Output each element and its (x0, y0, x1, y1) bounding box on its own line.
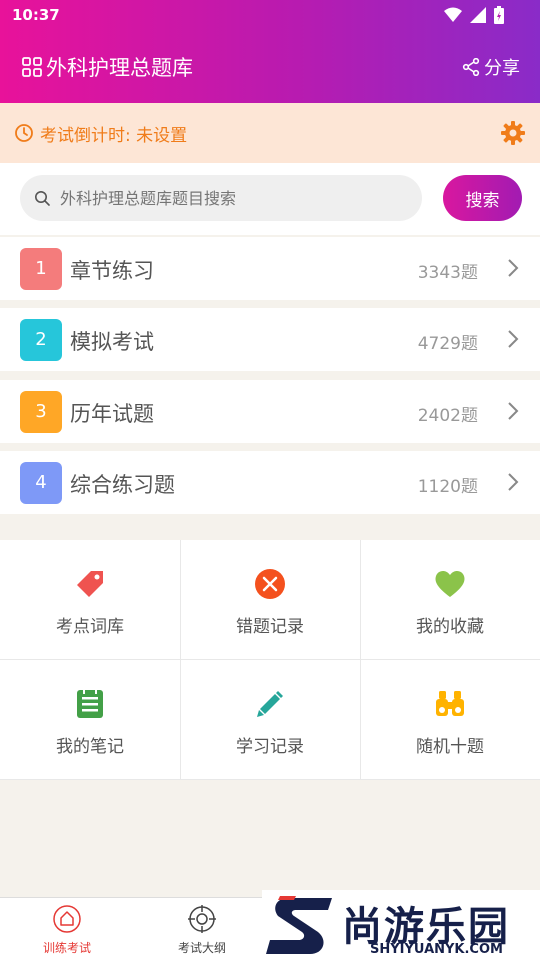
nav-exam-outline[interactable]: 考试大纲 (152, 904, 252, 956)
tools-grid: 考点词库 错题记录 我的收藏 我的笔记 学习记录 随机十题 (0, 540, 540, 780)
wifi-icon (444, 7, 462, 22)
category-number-badge: 2 (20, 319, 62, 361)
search-button[interactable]: 搜索 (443, 175, 522, 221)
status-bar: 10:37 (0, 0, 540, 30)
search-box[interactable] (20, 175, 422, 221)
clock-icon (15, 124, 33, 142)
app-bar: 外科护理总题库 分享 (0, 30, 540, 103)
nav-training-exam[interactable]: 训练考试 (17, 904, 117, 956)
nav-label: 训练考试 (42, 941, 91, 955)
chevron-right-icon (508, 259, 519, 277)
tool-label: 我的笔记 (56, 737, 124, 757)
gear-icon[interactable] (500, 120, 526, 146)
category-name: 历年试题 (70, 402, 154, 426)
category-item-mock-exam[interactable]: 2 模拟考试 4729题 (0, 308, 540, 371)
category-count: 3343题 (417, 263, 478, 283)
pencil-icon (257, 691, 283, 717)
target-icon (188, 905, 216, 933)
exam-countdown-bar[interactable]: 考试倒计时: 未设置 (0, 103, 540, 163)
search-input[interactable] (58, 187, 382, 209)
chevron-right-icon (508, 402, 519, 420)
category-count: 2402题 (417, 406, 478, 426)
tool-label: 考点词库 (56, 617, 124, 637)
app-title-text: 外科护理总题库 (46, 56, 193, 80)
status-icons (444, 6, 504, 24)
tool-random-ten[interactable]: 随机十题 (360, 660, 540, 780)
category-number-badge: 4 (20, 462, 62, 504)
tool-favorites[interactable]: 我的收藏 (360, 540, 540, 660)
chevron-right-icon (508, 330, 519, 348)
tool-study-record[interactable]: 学习记录 (180, 660, 361, 780)
category-number-badge: 1 (20, 248, 62, 290)
category-count: 1120题 (417, 477, 478, 497)
tool-my-notes[interactable]: 我的笔记 (0, 660, 181, 780)
share-icon (462, 58, 480, 76)
tool-label: 错题记录 (236, 617, 304, 637)
category-number-badge: 3 (20, 391, 62, 433)
watermark-s-logo-icon (266, 896, 332, 954)
binoculars-icon (436, 691, 464, 716)
watermark-logo: 尚游乐园 SHYIYUANYK.COM (262, 890, 540, 960)
home-icon (53, 905, 81, 933)
heart-icon (435, 570, 465, 597)
status-time: 10:37 (12, 6, 60, 24)
category-item-past-exams[interactable]: 3 历年试题 2402题 (0, 380, 540, 443)
tool-label: 我的收藏 (416, 617, 484, 637)
countdown-text: 考试倒计时: 未设置 (40, 126, 188, 146)
share-button[interactable]: 分享 (462, 54, 520, 80)
watermark-subtitle: SHYIYUANYK.COM (370, 942, 503, 957)
tool-keyword-library[interactable]: 考点词库 (0, 540, 181, 660)
category-name: 章节练习 (70, 259, 154, 283)
tag-icon (77, 571, 103, 597)
category-item-comprehensive[interactable]: 4 综合练习题 1120题 (0, 451, 540, 514)
category-item-chapter-practice[interactable]: 1 章节练习 3343题 (0, 237, 540, 300)
tool-label: 随机十题 (416, 737, 484, 757)
search-icon (35, 191, 50, 206)
error-icon (255, 569, 285, 599)
category-name: 综合练习题 (70, 473, 175, 497)
category-name: 模拟考试 (70, 330, 154, 354)
tool-wrong-answers[interactable]: 错题记录 (180, 540, 361, 660)
share-label: 分享 (484, 58, 520, 79)
search-row: 搜索 (0, 163, 540, 235)
tool-label: 学习记录 (236, 737, 304, 757)
notebook-icon (77, 690, 103, 718)
battery-icon (494, 6, 504, 24)
nav-label: 考试大纲 (177, 941, 226, 955)
grid-menu-icon[interactable] (22, 57, 42, 77)
signal-icon (470, 7, 486, 23)
category-count: 4729题 (417, 334, 478, 354)
app-title: 外科护理总题库 (22, 52, 193, 82)
chevron-right-icon (508, 473, 519, 491)
